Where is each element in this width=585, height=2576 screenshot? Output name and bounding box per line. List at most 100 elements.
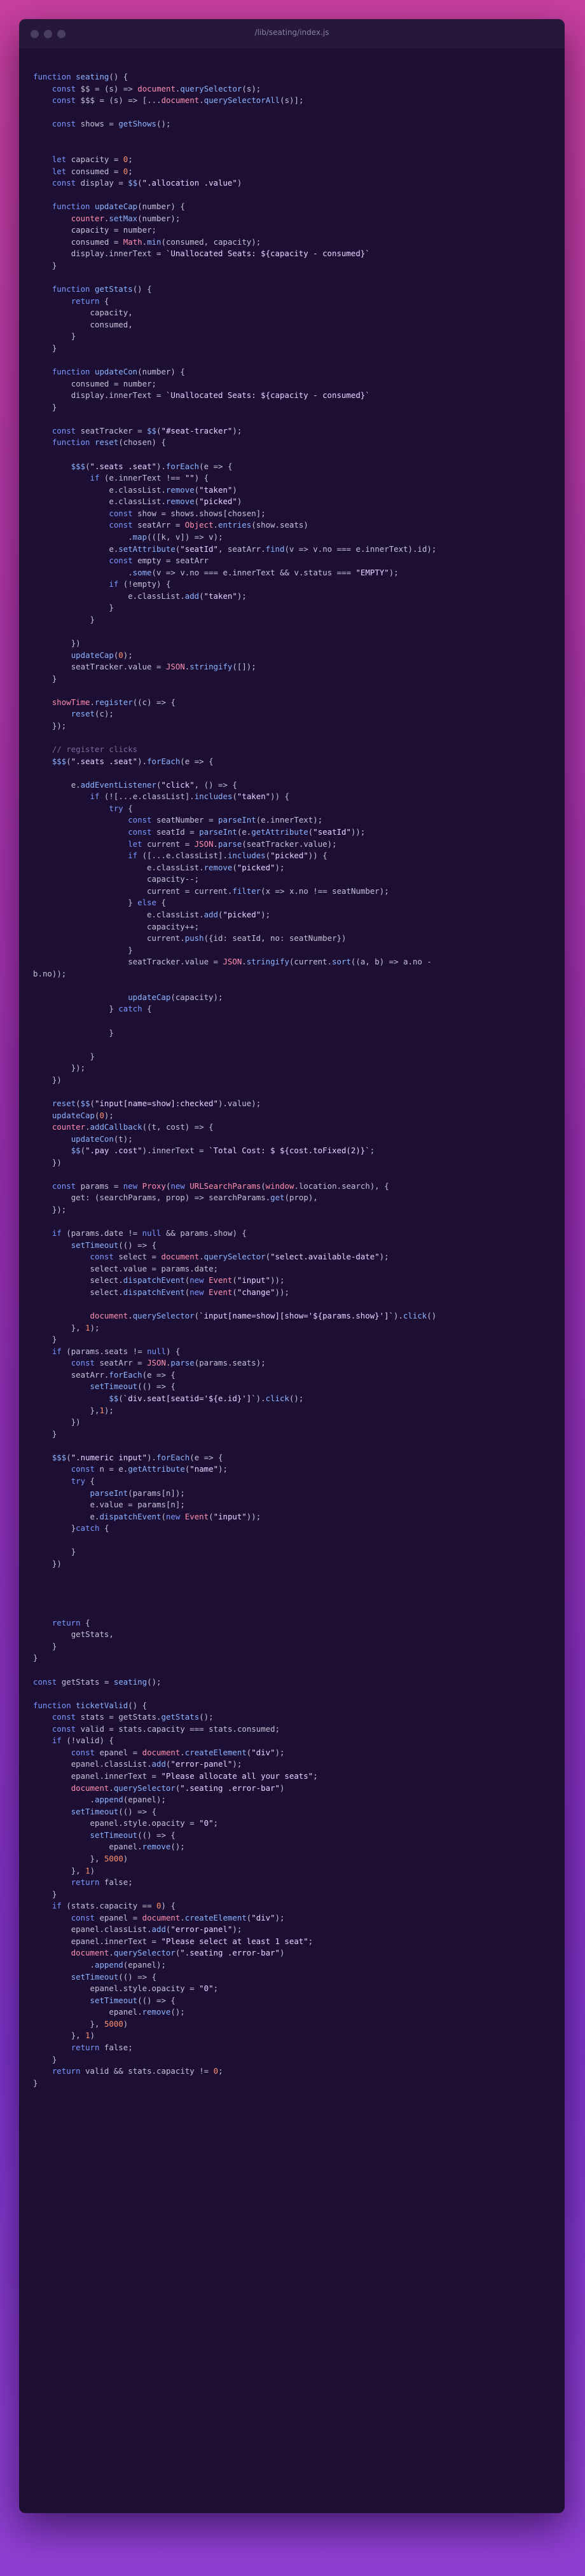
code-line: .some(v => v.no === e.innerText && v.sta…	[128, 567, 399, 577]
code-line: })	[71, 638, 81, 648]
code-line: getStats,	[71, 1629, 114, 1640]
code-line: .append(epanel);	[90, 1795, 166, 1805]
code-line: const $$$ = (s) => [...document.querySel…	[52, 95, 304, 106]
code-line: if (params.seats != null) {	[52, 1346, 181, 1356]
code-line: ​	[33, 1086, 552, 1098]
code-line: ​	[33, 685, 552, 697]
code-line: },1);	[90, 1405, 114, 1415]
code-line: const valid = stats.capacity === stats.c…	[52, 1723, 280, 1734]
code-line: epanel.innerText = "Please allocate all …	[71, 1771, 318, 1781]
code-line: capacity = number;	[71, 225, 157, 235]
code-line: get: (searchParams, prop) => searchParam…	[71, 1193, 318, 1203]
code-line: }	[52, 1641, 57, 1651]
code-editor[interactable]: function seating() { const $$ = (s) => d…	[19, 48, 565, 2108]
code-line: const select = document.querySelector("s…	[90, 1252, 389, 1262]
code-line: if (stats.capacity == 0) {	[52, 1901, 176, 1911]
code-line: ​	[33, 355, 552, 367]
code-line: function reset(chosen) {	[52, 437, 166, 448]
code-line: const seatArr = Object.entries(show.seat…	[109, 520, 308, 530]
code-line: e.classList.remove("picked");	[147, 862, 285, 872]
code-line: e.addEventListener("click", () => {	[71, 779, 237, 790]
code-line: const show = shows.shows[chosen];	[109, 508, 266, 518]
code-line: const getStats = seating();	[33, 1676, 162, 1687]
code-line: b.no));	[33, 968, 67, 978]
code-line: })	[52, 1558, 62, 1568]
code-line: let capacity = 0;	[52, 154, 133, 164]
code-line: const params = new Proxy(new URLSearchPa…	[52, 1181, 389, 1191]
code-line: ​	[33, 732, 552, 744]
code-line: ​	[33, 272, 552, 284]
code-line: if (!valid) {	[52, 1736, 114, 1746]
code-line: ​	[33, 1535, 552, 1547]
code-line: counter.addCallback((t, cost) => {	[52, 1122, 214, 1132]
code-line: updateCon(t);	[71, 1134, 133, 1144]
code-line: // register clicks	[52, 744, 138, 755]
code-line: }	[71, 1547, 76, 1557]
code-line: epanel.style.opacity = "0";	[90, 1983, 219, 1994]
code-line: ​	[33, 1605, 552, 1617]
code-line: ​	[33, 1015, 552, 1027]
code-line: reset($$("input[name=show]:checked").val…	[52, 1098, 261, 1108]
code-line: epanel.remove();	[109, 2007, 185, 2017]
code-line: }, 1)	[71, 2031, 95, 2041]
code-line: display.innerText = `Unallocated Seats: …	[71, 249, 370, 259]
code-line: } else {	[128, 898, 166, 908]
code-line: .map(([k, v]) => v);	[128, 531, 223, 542]
code-line: }	[109, 603, 114, 613]
code-line: })	[52, 1074, 62, 1085]
code-line: updateCap(capacity);	[128, 992, 223, 1002]
code-line: $$$(".numeric input").forEach(e => {	[52, 1452, 223, 1462]
code-line: select.value = params.date;	[90, 1263, 219, 1273]
code-line: showTime.register((c) => {	[52, 697, 176, 707]
code-line: }	[52, 261, 57, 270]
code-line: if (!empty) {	[109, 579, 171, 589]
code-line: }, 5000)	[90, 1853, 128, 1863]
code-line: });	[71, 1063, 86, 1073]
code-line: if (params.date != null && params.show) …	[52, 1228, 247, 1238]
code-line: } catch {	[109, 1004, 152, 1014]
code-line: ​	[33, 767, 552, 779]
code-line: }	[52, 1334, 57, 1345]
code-line: function ticketValid() {	[33, 1700, 148, 1710]
code-line: let consumed = 0;	[52, 166, 133, 176]
code-line: seatTracker.value = JSON.stringify(curre…	[128, 957, 432, 967]
code-line: })	[52, 1157, 62, 1167]
code-line: }	[52, 343, 57, 353]
code-line: let current = JSON.parse(seatTracker.val…	[128, 839, 337, 849]
code-line: seatArr.forEach(e => {	[71, 1369, 176, 1380]
code-line: $$(".pay .cost").innerText = `Total Cost…	[71, 1146, 375, 1156]
code-line: const shows = getShows();	[52, 119, 171, 129]
code-line: }catch {	[71, 1523, 109, 1533]
code-line: seatTracker.value = JSON.stringify([]);	[71, 662, 256, 672]
code-line: capacity,	[90, 308, 133, 318]
code-line: epanel.classList.add("error-panel");	[71, 1759, 242, 1769]
code-line: }	[109, 1027, 114, 1038]
code-line: select.dispatchEvent(new Event("input"))…	[90, 1275, 285, 1285]
code-line: }	[52, 1428, 57, 1439]
code-line: ​	[33, 626, 552, 638]
code-line: const epanel = document.createElement("d…	[71, 1747, 285, 1757]
code-line: epanel.remove();	[109, 1842, 185, 1852]
code-line: const seatTracker = $$("#seat-tracker");	[52, 425, 242, 435]
code-line: })	[71, 1417, 81, 1427]
code-line: ​	[33, 107, 552, 119]
code-line: e.classList.add("picked");	[147, 909, 271, 919]
code-window: /lib/seating/index.js function seating()…	[19, 19, 565, 2513]
code-line: e.setAttribute("seatId", seatArr.find(v …	[109, 544, 437, 554]
code-line: }	[52, 673, 57, 683]
code-line: }	[90, 1051, 95, 1061]
code-line: ​	[33, 1039, 552, 1051]
code-line: epanel.classList.add("error-panel");	[71, 1924, 242, 1935]
code-line: document.querySelector(".seating .error-…	[71, 1783, 285, 1793]
code-line: }	[90, 614, 95, 624]
code-line: ​	[33, 1664, 552, 1676]
code-line: }	[52, 2054, 57, 2064]
code-line: ​	[33, 413, 552, 425]
code-line: epanel.style.opacity = "0";	[90, 1818, 219, 1828]
code-line: updateCap(0);	[52, 1110, 114, 1120]
code-line: ​	[33, 1216, 552, 1228]
code-line: }	[52, 1889, 57, 1899]
code-line: select.dispatchEvent(new Event("change")…	[90, 1287, 289, 1297]
code-line: setTimeout(() => {	[90, 1381, 176, 1392]
code-line: document.querySelector(".seating .error-…	[71, 1948, 285, 1958]
